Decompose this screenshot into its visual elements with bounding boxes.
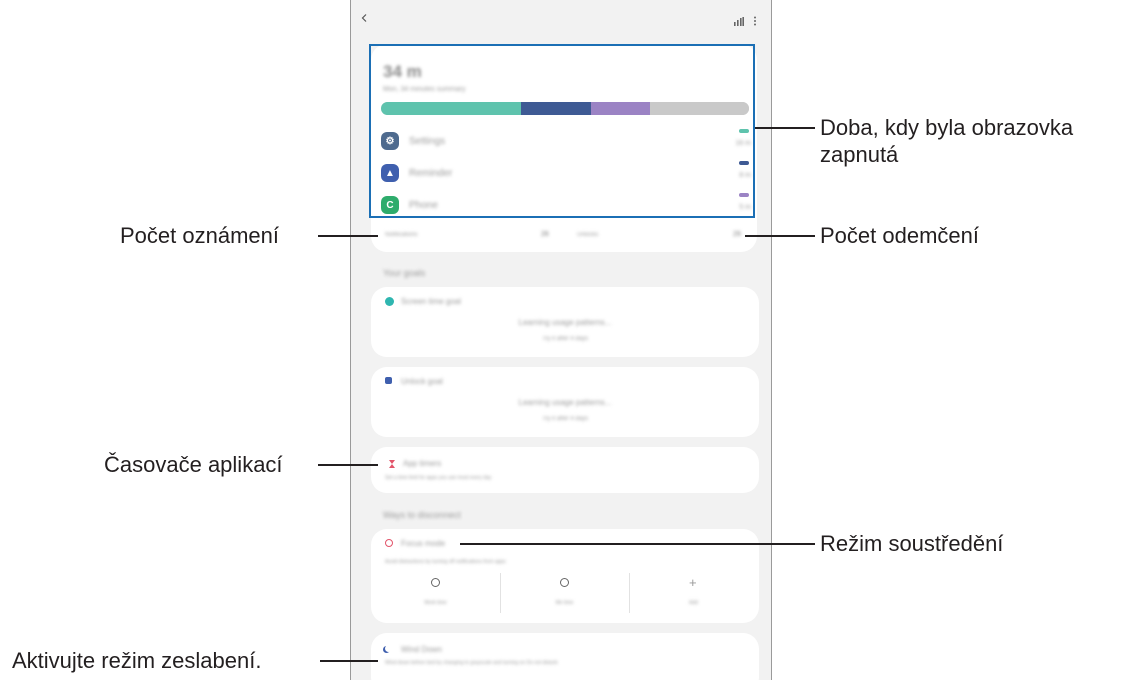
app-usage-time: 16 m	[735, 140, 751, 147]
app-timers-title: App timers	[403, 459, 442, 468]
usage-bar-segment	[520, 102, 591, 115]
app-timers-card[interactable]: App timers Set a time limit for apps you…	[371, 447, 759, 493]
bell-icon: ▲	[381, 164, 399, 182]
usage-bar	[381, 102, 749, 115]
screen-time-goal-status: Learning usage patterns...	[518, 318, 612, 327]
callout-line-screen-on	[755, 127, 815, 129]
wind-down-card[interactable]: Wind Down Wind down before bed by changi…	[371, 633, 759, 680]
usage-bar-segment	[590, 102, 650, 115]
focus-mode-option[interactable]: + Add	[629, 573, 758, 613]
callout-line-focus-mode	[460, 543, 815, 545]
app-timers-desc: Set a time limit for apps you use most e…	[385, 475, 492, 481]
focus-mode-option-label: Add	[689, 600, 698, 606]
callout-unlocks: Počet odemčení	[820, 223, 979, 248]
usage-bar-segment	[381, 102, 521, 115]
app-usage-row[interactable]: ▲ Reminder 8 m	[381, 161, 753, 190]
app-name: Reminder	[409, 168, 453, 179]
app-usage-row[interactable]: ⚙ Settings 16 m	[381, 129, 753, 158]
moon-icon	[385, 645, 392, 652]
callout-line-notifications	[318, 235, 378, 237]
focus-mode-title: Focus mode	[401, 539, 446, 548]
unlock-goal-card[interactable]: Unlock goal Learning usage patterns... T…	[371, 367, 759, 437]
focus-me-icon	[560, 578, 569, 587]
focus-icon	[385, 539, 393, 547]
wind-down-desc: Wind down before bed by changing to gray…	[385, 660, 558, 666]
phone-screen: 34 m Mon, 34 minutes summary ⚙ Settings 16…	[350, 0, 772, 680]
callout-line-unlocks	[745, 235, 815, 237]
callout-wind-down: Aktivujte režim zeslabení.	[12, 648, 262, 673]
plus-icon: +	[689, 575, 697, 590]
app-name: Phone	[409, 200, 438, 211]
summary-subtitle: Mon, 34 minutes summary	[383, 86, 466, 93]
ways-section-title: Ways to disconnect	[383, 510, 461, 520]
unlocks-label: Unlocks	[577, 232, 599, 238]
gear-icon: ⚙	[381, 132, 399, 150]
app-usage-row[interactable]: C Phone 5 m	[381, 193, 753, 222]
usage-bar-segment	[649, 102, 749, 115]
app-name: Settings	[409, 136, 446, 147]
screen-time-goal-note: Try it after 4 days	[541, 336, 589, 342]
app-bar	[351, 0, 771, 36]
app-usage-indicator	[739, 129, 749, 133]
callout-line-wind-down	[320, 660, 378, 662]
callout-screen-on-time: Doba, kdy byla obrazovka zapnutá	[820, 115, 1074, 167]
unlock-goal-title: Unlock goal	[401, 377, 443, 386]
unlock-goal-status: Learning usage patterns...	[518, 398, 612, 407]
screen-time-goal-card[interactable]: Screen time goal Learning usage patterns…	[371, 287, 759, 357]
lock-icon	[385, 377, 392, 384]
focus-mode-option[interactable]: Me time	[500, 573, 630, 613]
app-usage-indicator	[739, 193, 749, 197]
total-screen-time: 34 m	[383, 62, 422, 81]
callout-focus-mode: Režim soustředění	[820, 531, 1004, 556]
screen-time-summary-card[interactable]: 34 m Mon, 34 minutes summary ⚙ Settings 16…	[371, 44, 757, 252]
app-usage-time: 8 m	[739, 172, 751, 179]
wind-down-title: Wind Down	[401, 645, 442, 654]
callout-app-timers: Časovače aplikací	[104, 452, 283, 477]
focus-mode-option-label: Work time	[424, 600, 447, 606]
app-usage-indicator	[739, 161, 749, 165]
notifications-count: 26	[541, 231, 549, 238]
focus-mode-option[interactable]: Work time	[371, 573, 501, 613]
callout-notifications: Počet oznámení	[120, 223, 279, 248]
callout-line-app-timers	[318, 464, 378, 466]
more-vertical-icon[interactable]	[753, 16, 757, 26]
phone-icon: C	[381, 196, 399, 214]
hourglass-icon	[389, 460, 395, 468]
clock-icon	[385, 297, 394, 306]
app-usage-time: 5 m	[739, 204, 751, 211]
unlock-goal-note: Try it after 4 days	[541, 416, 589, 422]
bar-chart-icon[interactable]	[734, 17, 744, 26]
screen-time-goal-title: Screen time goal	[401, 297, 462, 306]
goals-section-title: Your goals	[383, 268, 426, 278]
focus-work-icon	[431, 578, 440, 587]
focus-mode-desc: Avoid distractions by turning off notifi…	[385, 559, 506, 565]
focus-mode-option-label: Me time	[555, 600, 574, 606]
back-arrow-icon[interactable]	[361, 14, 369, 22]
notifications-label: Notifications	[385, 232, 418, 238]
unlocks-count: 29	[733, 231, 741, 238]
